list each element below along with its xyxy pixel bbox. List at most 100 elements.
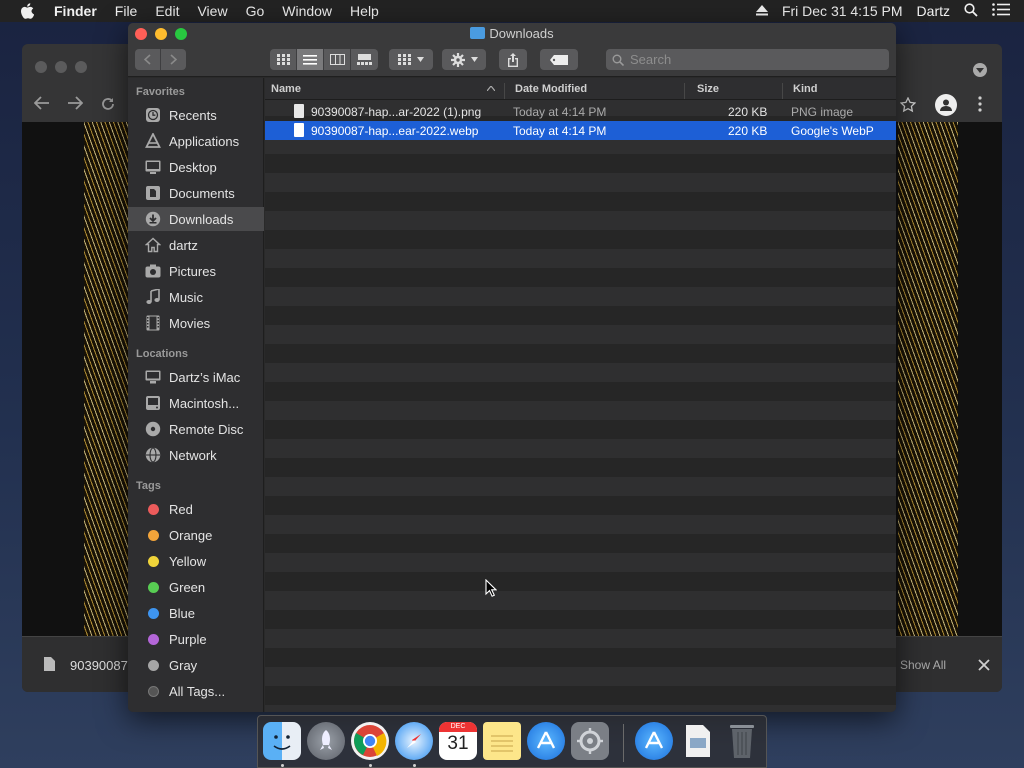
menu-window[interactable]: Window	[282, 3, 332, 19]
user-name[interactable]: Dartz	[917, 3, 950, 19]
yellow-tag-dot-icon	[148, 555, 159, 567]
locations-header: Locations	[136, 348, 188, 360]
group-by-button[interactable]	[389, 49, 433, 70]
column-divider[interactable]	[782, 83, 783, 99]
column-header-kind[interactable]: Kind	[793, 83, 817, 95]
home-icon	[144, 236, 162, 254]
more-options-icon[interactable]	[977, 96, 983, 112]
column-divider[interactable]	[504, 83, 505, 99]
menu-view[interactable]: View	[197, 3, 227, 19]
profile-avatar-icon[interactable]	[935, 94, 957, 116]
menu-edit[interactable]: Edit	[155, 3, 179, 19]
mouse-cursor-icon	[485, 579, 497, 597]
sidebar-tag-all[interactable]: All Tags...	[128, 679, 264, 703]
file-date: Today at 4:14 PM	[513, 105, 607, 119]
menu-go[interactable]: Go	[246, 3, 265, 19]
sidebar-tag-green[interactable]: Green	[128, 575, 264, 599]
sidebar-tag-yellow[interactable]: Yellow	[128, 549, 264, 573]
sidebar-item-imac[interactable]: Dartz’s iMac	[128, 365, 264, 389]
column-header-size[interactable]: Size	[697, 83, 719, 95]
finder-icon[interactable]	[263, 722, 301, 760]
column-view-button[interactable]	[324, 49, 351, 70]
app-store-icon[interactable]	[527, 722, 565, 760]
share-button[interactable]	[499, 49, 527, 70]
download-item-name[interactable]: 90390087	[70, 658, 128, 673]
sidebar-item-movies[interactable]: Movies	[128, 311, 264, 335]
forward-button[interactable]	[161, 49, 186, 70]
bookmark-star-icon[interactable]	[900, 97, 916, 113]
back-button[interactable]	[135, 49, 161, 70]
clock-text[interactable]: Fri Dec 31 4:15 PM	[782, 3, 903, 19]
orange-tag-dot-icon	[148, 529, 159, 541]
sidebar-item-label: Dartz’s iMac	[169, 369, 241, 385]
notification-center-icon[interactable]	[992, 3, 1010, 19]
search-field[interactable]	[606, 49, 889, 70]
safari-icon[interactable]	[395, 722, 433, 760]
document-icon	[144, 184, 162, 202]
search-input[interactable]	[630, 52, 870, 67]
forward-arrow-icon[interactable]	[67, 96, 83, 110]
preview-document-icon[interactable]	[679, 722, 717, 760]
sidebar-item-remote-disc[interactable]: Remote Disc	[128, 417, 264, 441]
close-shelf-icon[interactable]	[978, 659, 990, 671]
system-preferences-icon[interactable]	[571, 722, 609, 760]
calendar-icon[interactable]: DEC 31	[439, 722, 477, 760]
menu-help[interactable]: Help	[350, 3, 379, 19]
sidebar-tag-orange[interactable]: Orange	[128, 523, 264, 547]
sidebar-item-desktop[interactable]: Desktop	[128, 155, 264, 179]
sidebar-item-label: Recents	[169, 107, 217, 123]
file-row-selected[interactable]: 90390087-hap...ear-2022.webp Today at 4:…	[265, 121, 896, 140]
reload-icon[interactable]	[100, 96, 116, 112]
menu-app-name[interactable]: Finder	[54, 3, 97, 19]
sidebar-tag-red[interactable]: Red	[128, 497, 264, 521]
png-file-icon	[294, 104, 304, 118]
sidebar-item-documents[interactable]: Documents	[128, 181, 264, 205]
apple-menu-icon[interactable]	[20, 3, 40, 19]
list-view-button[interactable]	[297, 49, 324, 70]
column-header-date[interactable]: Date Modified	[515, 83, 587, 95]
file-row[interactable]: 90390087-hap...ar-2022 (1).png Today at …	[265, 102, 896, 121]
launchpad-icon[interactable]	[307, 722, 345, 760]
spotlight-search-icon[interactable]	[964, 2, 978, 20]
column-header-name[interactable]: Name	[271, 83, 301, 95]
camera-icon	[144, 262, 162, 280]
sidebar-item-downloads[interactable]: Downloads	[128, 207, 264, 231]
sidebar-tag-gray[interactable]: Gray	[128, 653, 264, 677]
sidebar-item-label: Red	[169, 501, 193, 517]
trash-icon[interactable]	[723, 722, 761, 760]
sidebar-item-home[interactable]: dartz	[128, 233, 264, 257]
browser-minimize-button[interactable]	[55, 61, 67, 73]
chrome-icon[interactable]	[351, 722, 389, 760]
sidebar-item-macintosh-hd[interactable]: Macintosh...	[128, 391, 264, 415]
sidebar-tag-purple[interactable]: Purple	[128, 627, 264, 651]
back-arrow-icon[interactable]	[34, 96, 50, 110]
sidebar-item-network[interactable]: Network	[128, 443, 264, 467]
running-indicator	[369, 764, 372, 767]
chevron-down-icon	[470, 57, 478, 62]
gallery-view-button[interactable]	[351, 49, 378, 70]
app-store-download-icon[interactable]	[635, 722, 673, 760]
menu-file[interactable]: File	[115, 3, 138, 19]
green-tag-dot-icon	[148, 581, 159, 593]
sidebar-item-label: Movies	[169, 315, 211, 331]
sidebar-tag-blue[interactable]: Blue	[128, 601, 264, 625]
sidebar-item-music[interactable]: Music	[128, 285, 264, 309]
sidebar-item-applications[interactable]: Applications	[128, 129, 264, 153]
music-note-icon	[144, 288, 162, 306]
sidebar-item-label: Orange	[169, 527, 213, 543]
browser-zoom-button[interactable]	[75, 61, 87, 73]
column-divider[interactable]	[684, 83, 685, 99]
tab-menu-chevron-icon[interactable]	[973, 63, 987, 77]
show-all-button[interactable]: Show All	[900, 658, 946, 672]
sidebar-item-recents[interactable]: Recents	[128, 103, 264, 127]
sidebar-item-pictures[interactable]: Pictures	[128, 259, 264, 283]
edit-tags-button[interactable]	[540, 49, 578, 70]
view-mode-control	[270, 49, 378, 70]
sidebar-item-label: Documents	[169, 185, 235, 201]
icon-view-button[interactable]	[270, 49, 297, 70]
action-gear-button[interactable]	[442, 49, 486, 70]
browser-close-button[interactable]	[35, 61, 47, 73]
notes-icon[interactable]	[483, 722, 521, 760]
eject-icon[interactable]	[755, 3, 768, 19]
sidebar-item-label: Network	[169, 447, 217, 463]
